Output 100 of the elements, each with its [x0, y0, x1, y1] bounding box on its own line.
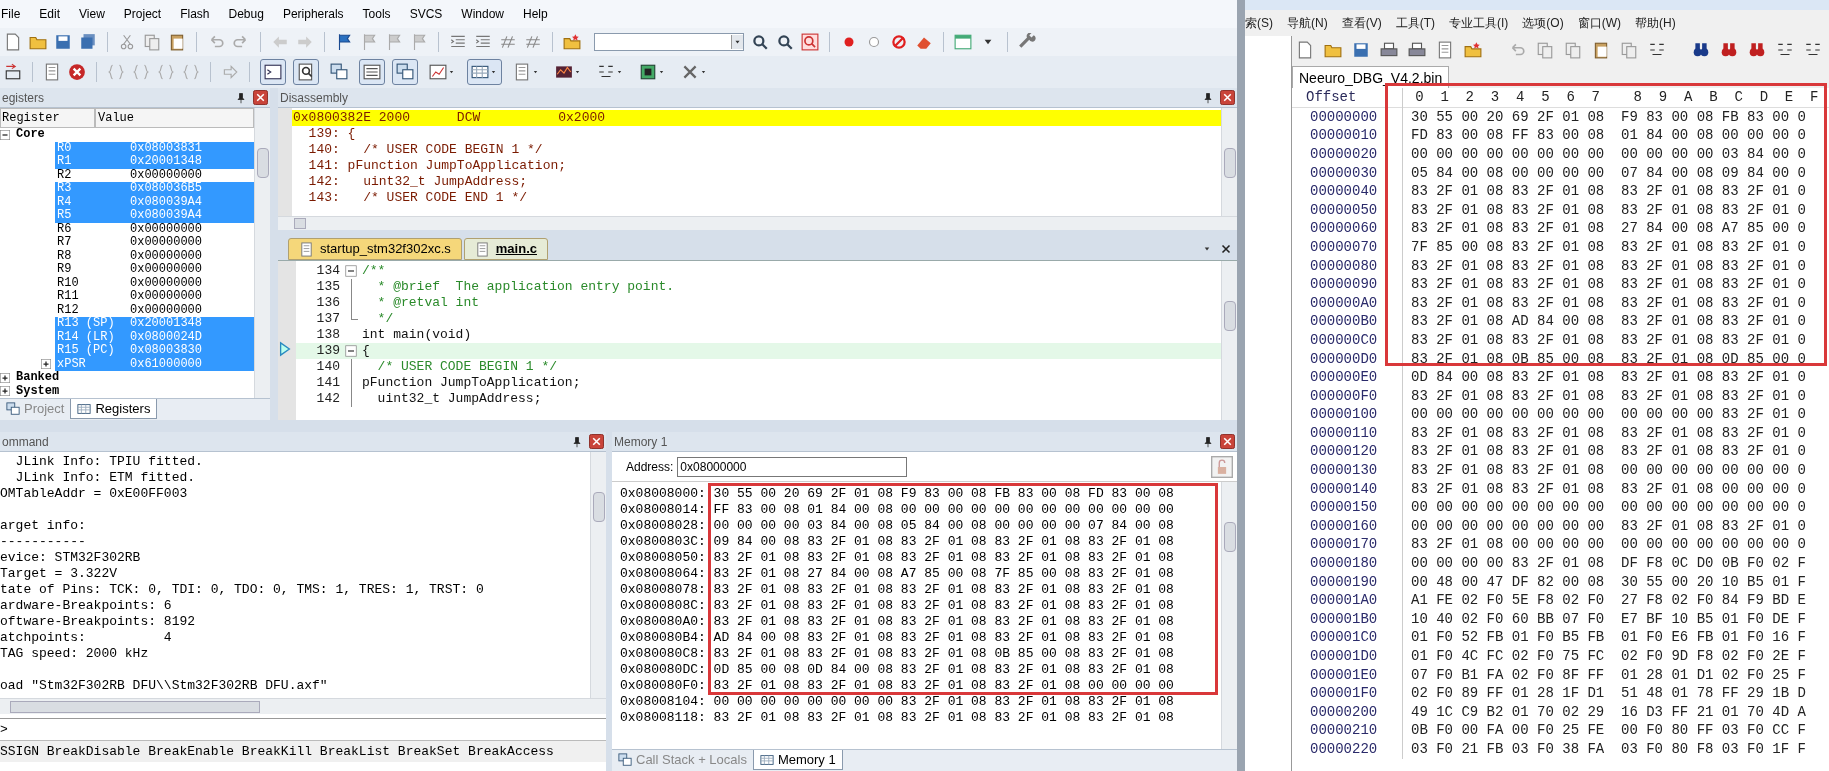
call-stack-window-button[interactable] — [392, 59, 418, 85]
stop-icon[interactable] — [68, 63, 86, 81]
panel-tab[interactable]: Memory 1 — [752, 750, 843, 770]
menu-item[interactable]: Window — [461, 5, 504, 23]
find-icon[interactable] — [1692, 41, 1710, 59]
pin-icon[interactable] — [1202, 91, 1214, 104]
disable-breakpoint-icon[interactable] — [890, 33, 908, 51]
column-header[interactable]: Value — [95, 108, 254, 128]
column-header[interactable]: Register — [0, 108, 95, 128]
register-row[interactable]: R12 0x00000000 — [55, 303, 254, 317]
comment-icon[interactable] — [499, 33, 517, 51]
reset-icon[interactable] — [4, 63, 22, 81]
menu-item[interactable]: File — [1, 5, 21, 23]
close-icon[interactable] — [1219, 242, 1233, 256]
folder-icon[interactable] — [1464, 41, 1482, 59]
print-icon[interactable] — [1380, 41, 1398, 59]
register-row[interactable]: R8 0x00000000 — [55, 249, 254, 263]
paste-icon[interactable] — [1592, 41, 1610, 59]
search-dropdown[interactable] — [594, 33, 744, 51]
window-icon[interactable] — [954, 33, 972, 51]
file-tab[interactable]: main.c — [463, 238, 548, 260]
vertical-scrollbar[interactable] — [1221, 482, 1237, 749]
address-field[interactable]: 0x08000000 — [677, 456, 908, 477]
debug-session-icon[interactable] — [801, 33, 819, 51]
menu-item[interactable]: Flash — [180, 5, 210, 23]
file-tab[interactable]: startup_stm32f302xc.s — [288, 238, 462, 260]
file-tab[interactable]: Neeuro_DBG_V4.2.bin — [1292, 66, 1450, 88]
cut-icon[interactable] — [118, 33, 136, 51]
vertical-scrollbar[interactable] — [1221, 261, 1237, 420]
find-in-files-icon[interactable] — [563, 33, 581, 51]
menu-item[interactable]: SVCS — [409, 5, 443, 23]
menu-item[interactable]: 窗口(W) — [1577, 14, 1621, 32]
register-row[interactable]: R11 0x00000000 — [55, 290, 254, 304]
menu-item[interactable]: 工具(T) — [1395, 14, 1435, 32]
wrench-icon[interactable] — [1018, 33, 1036, 51]
new-file-icon[interactable] — [1296, 41, 1314, 59]
collapse-icon[interactable] — [0, 129, 10, 140]
vertical-scrollbar[interactable] — [590, 452, 606, 698]
pin-icon[interactable] — [1202, 435, 1214, 448]
command-window-button[interactable] — [260, 59, 286, 85]
menu-item[interactable]: 查看(V) — [1341, 14, 1382, 32]
search-icon[interactable] — [776, 33, 794, 51]
menu-item[interactable]: 选项(O) — [1522, 14, 1564, 32]
fold-icon[interactable] — [345, 265, 357, 277]
printer-icon[interactable] — [1408, 41, 1426, 59]
horizontal-scrollbar[interactable] — [278, 216, 1237, 230]
column-header: E — [1783, 88, 1795, 107]
menu-item[interactable]: Debug — [228, 5, 264, 23]
menu-item[interactable]: Edit — [39, 5, 61, 23]
tree-group-label[interactable]: Core — [16, 128, 45, 142]
register-row[interactable]: R6 0x00000000 — [55, 222, 254, 236]
disassembly-window-button[interactable] — [293, 59, 319, 85]
close-icon[interactable] — [1220, 90, 1235, 105]
register-row[interactable]: R9 0x00000000 — [55, 263, 254, 277]
register-row[interactable]: R10 0x00000000 — [55, 276, 254, 290]
vertical-scrollbar[interactable] — [254, 108, 270, 398]
register-row[interactable]: R2 0x00000000 — [55, 168, 254, 182]
copy-icon[interactable] — [143, 33, 161, 51]
tree-group-label[interactable]: System — [16, 384, 60, 398]
tree-group-label[interactable]: Banked — [16, 371, 60, 385]
panel-tab[interactable]: Registers — [70, 399, 158, 419]
hex-find-icon[interactable] — [1748, 41, 1766, 59]
save-icon[interactable] — [54, 33, 72, 51]
menu-item[interactable]: Peripherals — [282, 5, 344, 23]
hex-bytes: A1 FE 02 F0 5E F8 02 F0 — [1411, 591, 1606, 611]
pin-icon[interactable] — [571, 435, 583, 448]
hex-bytes: 05 84 00 08 00 00 00 00 — [1411, 163, 1606, 183]
registers-window-button[interactable] — [359, 59, 385, 85]
find-icon[interactable] — [751, 33, 769, 51]
copy-icon[interactable] — [1536, 41, 1554, 59]
fold-icon[interactable] — [345, 345, 357, 357]
vertical-scrollbar[interactable] — [1221, 108, 1237, 216]
expand-icon[interactable] — [0, 386, 10, 397]
uncomment-icon[interactable] — [524, 33, 542, 51]
find-icon[interactable] — [1720, 41, 1738, 59]
save-all-icon[interactable] — [79, 33, 97, 51]
lock-icon[interactable] — [1211, 455, 1233, 478]
close-icon[interactable] — [1220, 434, 1235, 449]
copy-icon[interactable] — [1564, 41, 1582, 59]
menu-item[interactable]: 索(S) — [1245, 14, 1273, 32]
menu-item[interactable]: 导航(N) — [1287, 14, 1328, 32]
menu-item[interactable]: Project — [123, 5, 162, 23]
close-icon[interactable] — [589, 434, 604, 449]
document-icon[interactable] — [43, 63, 61, 81]
menu-item[interactable]: View — [79, 5, 105, 23]
register-row[interactable]: R7 0x00000000 — [55, 236, 254, 250]
pin-icon[interactable] — [235, 91, 247, 104]
memory-window-button[interactable] — [467, 59, 502, 85]
menu-item[interactable]: Tools — [362, 5, 391, 23]
copy-icon[interactable] — [1620, 41, 1638, 59]
expand-icon[interactable] — [0, 372, 10, 383]
save-icon[interactable] — [1352, 41, 1370, 59]
close-icon[interactable] — [253, 90, 268, 105]
paste-icon[interactable] — [168, 33, 186, 51]
menu-item[interactable]: Help — [523, 5, 548, 23]
horizontal-scrollbar[interactable] — [0, 698, 606, 714]
menu-item[interactable]: 帮助(H) — [1635, 14, 1676, 32]
new-file-icon[interactable] — [4, 33, 22, 51]
menu-item[interactable]: 专业工具(I) — [1449, 14, 1509, 32]
expand-icon[interactable] — [41, 359, 51, 370]
